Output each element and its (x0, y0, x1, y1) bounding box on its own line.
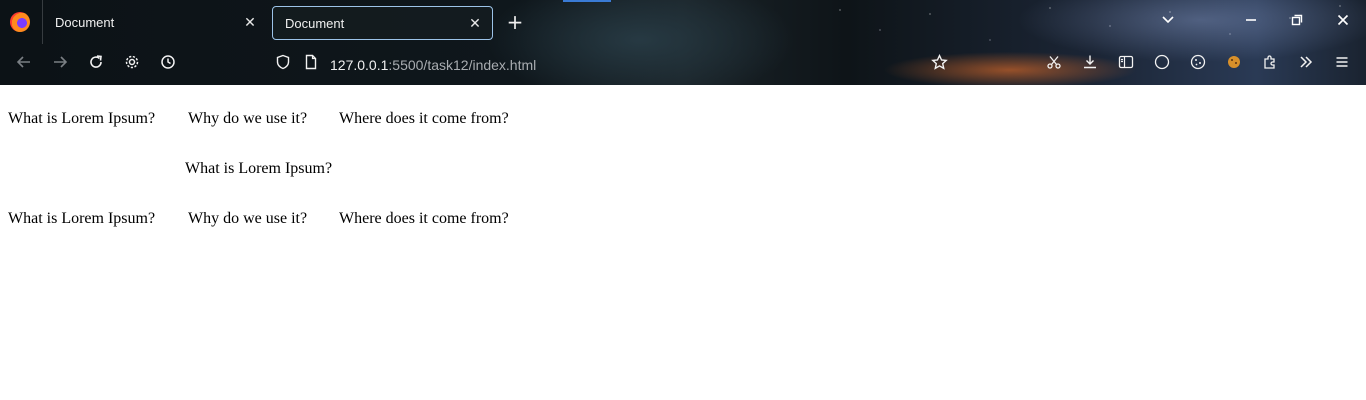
gear-icon (125, 55, 139, 69)
tab-strip: Document ✕ Document ✕ + (0, 0, 1366, 44)
reload-icon (90, 55, 102, 68)
firefox-icon[interactable] (10, 12, 30, 32)
account-button[interactable] (1151, 54, 1173, 76)
restore-button[interactable] (1285, 10, 1309, 34)
extensions-button[interactable] (1259, 54, 1281, 76)
reload-button[interactable] (85, 54, 107, 76)
url-host: 127.0.0.1 (330, 57, 389, 73)
overflow-menu-button[interactable] (1295, 54, 1317, 76)
cookie-editor-button[interactable] (1223, 54, 1245, 76)
minimize-button[interactable] (1239, 10, 1263, 34)
shield-icon (276, 54, 290, 70)
tab-title: Document (285, 16, 345, 31)
hamburger-icon (1336, 57, 1348, 67)
navigation-toolbar: 127.0.0.1:5500/task12/index.html (0, 44, 1366, 85)
downloads-button[interactable] (1079, 54, 1101, 76)
arrow-right-icon (54, 56, 68, 68)
history-button[interactable] (157, 54, 179, 76)
star-icon (930, 53, 948, 70)
nav-top-item-3[interactable]: Where does it come from? (339, 110, 509, 128)
list-all-tabs-button[interactable] (1156, 10, 1180, 34)
minimize-icon (1246, 19, 1256, 21)
url-bar[interactable]: 127.0.0.1:5500/task12/index.html (330, 57, 536, 73)
settings-button[interactable] (121, 54, 143, 76)
page-icon (305, 54, 317, 70)
browser-chrome: Document ✕ Document ✕ + 127.0.0.1:5500/t… (0, 0, 1366, 85)
arrow-left-icon (16, 56, 30, 68)
new-tab-button[interactable]: + (504, 11, 526, 33)
nav-top-item-2[interactable]: Why do we use it? (188, 110, 307, 128)
nav-top-item-1[interactable]: What is Lorem Ipsum? (8, 110, 155, 128)
tab-title: Document (55, 15, 115, 30)
restore-icon (1291, 14, 1303, 26)
cookie-extension-button[interactable] (1187, 54, 1209, 76)
screenshot-button[interactable] (1043, 54, 1065, 76)
puzzle-icon (1264, 55, 1275, 69)
middle-heading: What is Lorem Ipsum? (185, 160, 333, 177)
nav-bottom-item-1[interactable]: What is Lorem Ipsum? (8, 210, 155, 228)
chevron-down-icon (1162, 16, 1174, 24)
cookie-icon (1190, 54, 1206, 70)
back-button[interactable] (13, 54, 35, 76)
tab-document-2-active[interactable]: Document ✕ (272, 6, 493, 40)
bookmark-button[interactable] (928, 53, 950, 76)
url-path: :5500/task12/index.html (388, 57, 537, 73)
double-chevron-right-icon (1300, 56, 1313, 68)
tab-overflow-indicator (563, 0, 611, 2)
tracking-protection-button[interactable] (272, 54, 294, 76)
scissors-icon (1047, 56, 1061, 69)
cookie-colored-icon (1228, 56, 1240, 68)
tab-document-1[interactable]: Document ✕ (43, 6, 267, 40)
circle-icon (1154, 54, 1170, 70)
sidebar-button[interactable] (1115, 54, 1137, 76)
page-content: What is Lorem Ipsum? Why do we use it? W… (0, 85, 1366, 400)
app-menu-button[interactable] (1331, 54, 1353, 76)
nav-bottom-item-3[interactable]: Where does it come from? (339, 210, 509, 228)
nav-bottom-item-2[interactable]: Why do we use it? (188, 210, 307, 228)
sidebar-icon (1118, 55, 1134, 69)
download-icon (1084, 55, 1096, 69)
page-info-button[interactable] (300, 54, 322, 76)
close-window-button[interactable] (1331, 10, 1355, 34)
forward-button[interactable] (49, 54, 71, 76)
clock-icon (161, 55, 175, 69)
close-tab-icon[interactable]: ✕ (466, 14, 484, 32)
close-tab-icon[interactable]: ✕ (241, 13, 259, 31)
close-icon (1337, 14, 1349, 26)
